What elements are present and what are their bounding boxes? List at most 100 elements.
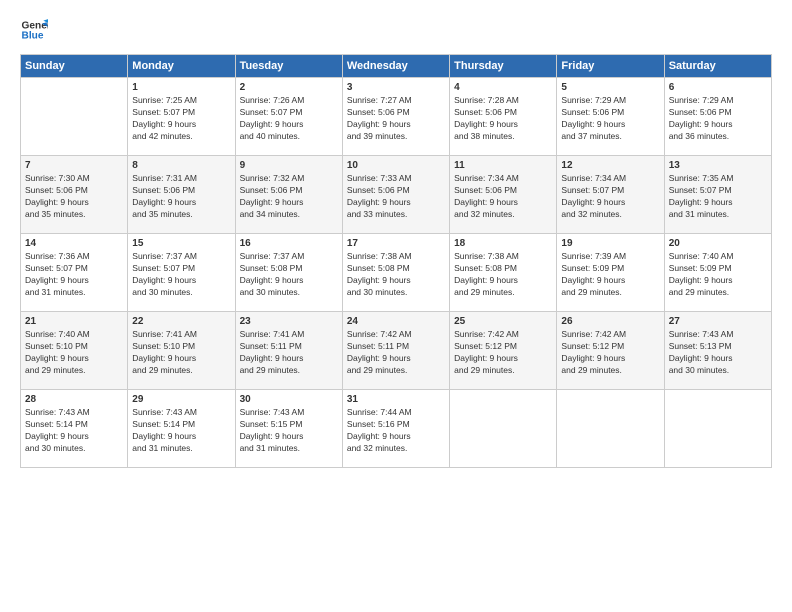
column-header-tuesday: Tuesday <box>235 55 342 78</box>
day-number: 21 <box>25 316 123 327</box>
day-number: 10 <box>347 160 445 171</box>
day-number: 4 <box>454 82 552 93</box>
day-number: 14 <box>25 238 123 249</box>
calendar-cell: 13 Sunrise: 7:35 AMSunset: 5:07 PMDayligh… <box>664 156 771 234</box>
calendar-cell: 4 Sunrise: 7:28 AMSunset: 5:06 PMDaylight… <box>450 78 557 156</box>
column-header-sunday: Sunday <box>21 55 128 78</box>
calendar-cell: 27Sunrise: 7:43 AMSunset: 5:13 PMDayligh… <box>664 312 771 390</box>
day-number: 7 <box>25 160 123 171</box>
calendar-cell: 30Sunrise: 7:43 AMSunset: 5:15 PMDayligh… <box>235 390 342 468</box>
calendar-cell: 18 Sunrise: 7:38 AMSunset: 5:08 PMDayligh… <box>450 234 557 312</box>
day-detail: Sunrise: 7:43 AMSunset: 5:14 PMDaylight:… <box>25 407 123 455</box>
day-number: 3 <box>347 82 445 93</box>
day-detail: Sunrise: 7:33 AMSunset: 5:06 PMDaylight:… <box>347 173 445 221</box>
day-number: 17 <box>347 238 445 249</box>
day-detail: Sunrise: 7:32 AMSunset: 5:06 PMDaylight:… <box>240 173 338 221</box>
calendar-cell: 11 Sunrise: 7:34 AMSunset: 5:06 PMDayligh… <box>450 156 557 234</box>
day-number: 1 <box>132 82 230 93</box>
calendar-cell: 22Sunrise: 7:41 AMSunset: 5:10 PMDayligh… <box>128 312 235 390</box>
svg-text:Blue: Blue <box>22 31 44 42</box>
calendar-cell: 9 Sunrise: 7:32 AMSunset: 5:06 PMDaylight… <box>235 156 342 234</box>
day-detail: Sunrise: 7:34 AMSunset: 5:06 PMDaylight:… <box>454 173 552 221</box>
day-detail: Sunrise: 7:43 AMSunset: 5:13 PMDaylight:… <box>669 329 767 377</box>
day-number: 18 <box>454 238 552 249</box>
day-number: 29 <box>132 394 230 405</box>
day-detail: Sunrise: 7:42 AMSunset: 5:12 PMDaylight:… <box>561 329 659 377</box>
day-number: 16 <box>240 238 338 249</box>
day-number: 11 <box>454 160 552 171</box>
column-header-monday: Monday <box>128 55 235 78</box>
calendar-cell <box>664 390 771 468</box>
day-number: 20 <box>669 238 767 249</box>
calendar-cell <box>450 390 557 468</box>
day-number: 9 <box>240 160 338 171</box>
day-detail: Sunrise: 7:29 AMSunset: 5:06 PMDaylight:… <box>669 95 767 143</box>
day-detail: Sunrise: 7:38 AMSunset: 5:08 PMDaylight:… <box>347 251 445 299</box>
calendar-cell: 5 Sunrise: 7:29 AMSunset: 5:06 PMDaylight… <box>557 78 664 156</box>
day-detail: Sunrise: 7:39 AMSunset: 5:09 PMDaylight:… <box>561 251 659 299</box>
calendar-cell: 7 Sunrise: 7:30 AMSunset: 5:06 PMDaylight… <box>21 156 128 234</box>
day-number: 22 <box>132 316 230 327</box>
calendar-cell <box>557 390 664 468</box>
day-number: 19 <box>561 238 659 249</box>
calendar-cell: 1 Sunrise: 7:25 AMSunset: 5:07 PMDaylight… <box>128 78 235 156</box>
calendar-cell <box>21 78 128 156</box>
header: General Blue <box>20 16 772 44</box>
calendar-cell: 25 Sunrise: 7:42 AMSunset: 5:12 PMDayligh… <box>450 312 557 390</box>
column-header-friday: Friday <box>557 55 664 78</box>
week-row-2: 7 Sunrise: 7:30 AMSunset: 5:06 PMDaylight… <box>21 156 772 234</box>
calendar-cell: 24Sunrise: 7:42 AMSunset: 5:11 PMDayligh… <box>342 312 449 390</box>
column-header-wednesday: Wednesday <box>342 55 449 78</box>
day-number: 6 <box>669 82 767 93</box>
day-detail: Sunrise: 7:35 AMSunset: 5:07 PMDaylight:… <box>669 173 767 221</box>
day-detail: Sunrise: 7:29 AMSunset: 5:06 PMDaylight:… <box>561 95 659 143</box>
calendar-cell: 20 Sunrise: 7:40 AMSunset: 5:09 PMDayligh… <box>664 234 771 312</box>
day-number: 12 <box>561 160 659 171</box>
page: General Blue SundayMondayTuesdayWednesda… <box>0 0 792 612</box>
calendar-cell: 16 Sunrise: 7:37 AMSunset: 5:08 PMDayligh… <box>235 234 342 312</box>
day-detail: Sunrise: 7:36 AMSunset: 5:07 PMDaylight:… <box>25 251 123 299</box>
day-detail: Sunrise: 7:28 AMSunset: 5:06 PMDaylight:… <box>454 95 552 143</box>
day-detail: Sunrise: 7:41 AMSunset: 5:11 PMDaylight:… <box>240 329 338 377</box>
calendar-cell: 12Sunrise: 7:34 AMSunset: 5:07 PMDayligh… <box>557 156 664 234</box>
day-detail: Sunrise: 7:37 AMSunset: 5:08 PMDaylight:… <box>240 251 338 299</box>
column-header-thursday: Thursday <box>450 55 557 78</box>
day-detail: Sunrise: 7:25 AMSunset: 5:07 PMDaylight:… <box>132 95 230 143</box>
day-number: 28 <box>25 394 123 405</box>
day-detail: Sunrise: 7:37 AMSunset: 5:07 PMDaylight:… <box>132 251 230 299</box>
day-detail: Sunrise: 7:40 AMSunset: 5:09 PMDaylight:… <box>669 251 767 299</box>
day-number: 30 <box>240 394 338 405</box>
calendar-cell: 15 Sunrise: 7:37 AMSunset: 5:07 PMDayligh… <box>128 234 235 312</box>
calendar-cell: 26 Sunrise: 7:42 AMSunset: 5:12 PMDayligh… <box>557 312 664 390</box>
calendar-cell: 8 Sunrise: 7:31 AMSunset: 5:06 PMDaylight… <box>128 156 235 234</box>
calendar-header-row: SundayMondayTuesdayWednesdayThursdayFrid… <box>21 55 772 78</box>
day-detail: Sunrise: 7:44 AMSunset: 5:16 PMDaylight:… <box>347 407 445 455</box>
calendar-cell: 6 Sunrise: 7:29 AMSunset: 5:06 PMDaylight… <box>664 78 771 156</box>
day-detail: Sunrise: 7:27 AMSunset: 5:06 PMDaylight:… <box>347 95 445 143</box>
day-number: 31 <box>347 394 445 405</box>
day-number: 26 <box>561 316 659 327</box>
calendar-table: SundayMondayTuesdayWednesdayThursdayFrid… <box>20 54 772 468</box>
calendar-cell: 2 Sunrise: 7:26 AMSunset: 5:07 PMDaylight… <box>235 78 342 156</box>
day-detail: Sunrise: 7:31 AMSunset: 5:06 PMDaylight:… <box>132 173 230 221</box>
day-number: 5 <box>561 82 659 93</box>
day-number: 13 <box>669 160 767 171</box>
day-detail: Sunrise: 7:42 AMSunset: 5:12 PMDaylight:… <box>454 329 552 377</box>
day-number: 15 <box>132 238 230 249</box>
day-number: 8 <box>132 160 230 171</box>
day-number: 25 <box>454 316 552 327</box>
calendar-cell: 3 Sunrise: 7:27 AMSunset: 5:06 PMDaylight… <box>342 78 449 156</box>
calendar-cell: 10 Sunrise: 7:33 AMSunset: 5:06 PMDayligh… <box>342 156 449 234</box>
day-number: 23 <box>240 316 338 327</box>
week-row-1: 1 Sunrise: 7:25 AMSunset: 5:07 PMDaylight… <box>21 78 772 156</box>
calendar-cell: 31 Sunrise: 7:44 AMSunset: 5:16 PMDayligh… <box>342 390 449 468</box>
day-detail: Sunrise: 7:26 AMSunset: 5:07 PMDaylight:… <box>240 95 338 143</box>
day-detail: Sunrise: 7:43 AMSunset: 5:14 PMDaylight:… <box>132 407 230 455</box>
day-detail: Sunrise: 7:38 AMSunset: 5:08 PMDaylight:… <box>454 251 552 299</box>
calendar-cell: 19 Sunrise: 7:39 AMSunset: 5:09 PMDayligh… <box>557 234 664 312</box>
calendar-cell: 14 Sunrise: 7:36 AMSunset: 5:07 PMDayligh… <box>21 234 128 312</box>
day-detail: Sunrise: 7:30 AMSunset: 5:06 PMDaylight:… <box>25 173 123 221</box>
day-number: 2 <box>240 82 338 93</box>
day-detail: Sunrise: 7:40 AMSunset: 5:10 PMDaylight:… <box>25 329 123 377</box>
calendar-cell: 29 Sunrise: 7:43 AMSunset: 5:14 PMDayligh… <box>128 390 235 468</box>
